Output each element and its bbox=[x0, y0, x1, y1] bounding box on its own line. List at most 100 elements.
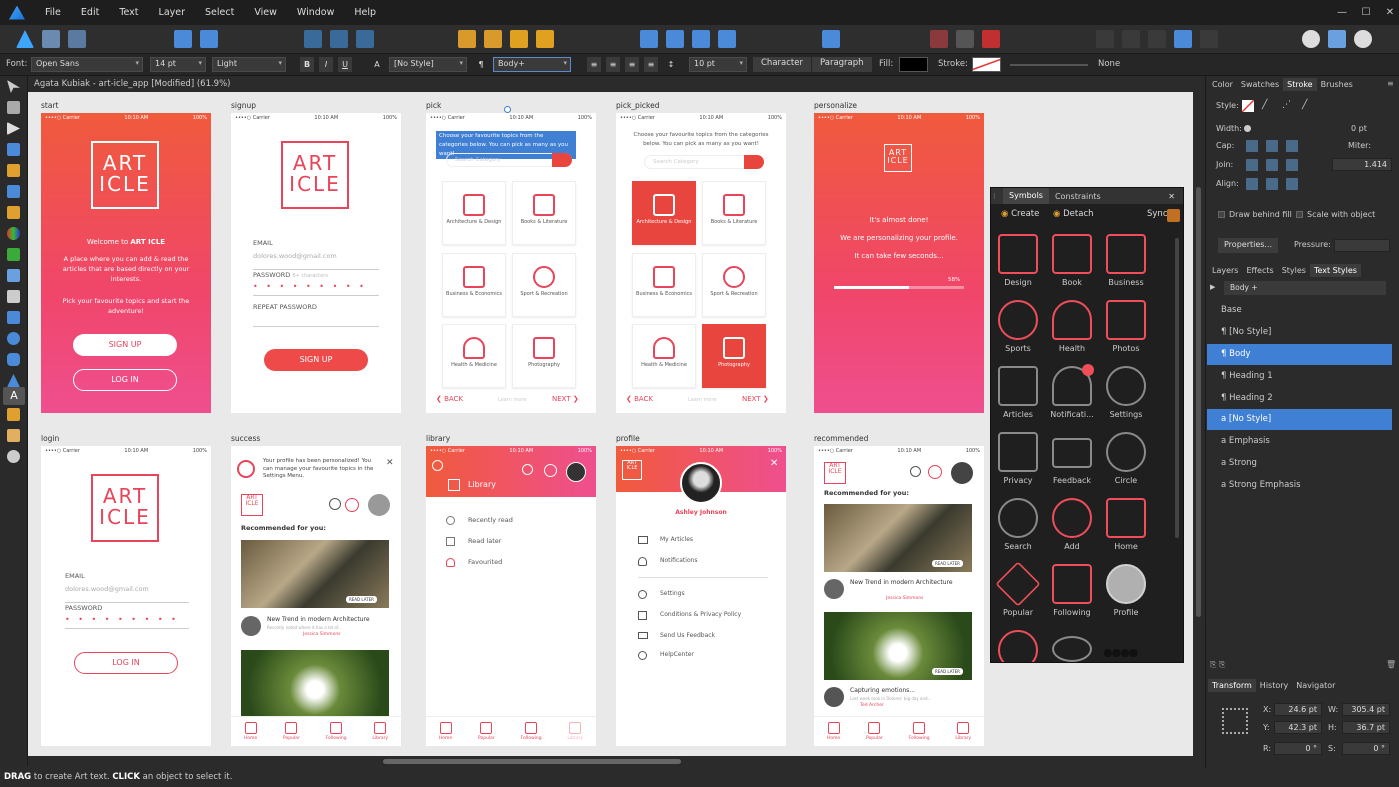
next-button[interactable]: NEXT ❯ bbox=[552, 395, 579, 403]
artboard-success[interactable]: Your profile has been personalized! You … bbox=[231, 446, 401, 746]
symbol-home[interactable]: Home bbox=[1099, 496, 1153, 560]
menu-view[interactable]: View bbox=[244, 7, 287, 18]
menu-window[interactable]: Window bbox=[287, 7, 344, 18]
menu-edit[interactable]: Edit bbox=[71, 7, 109, 18]
properties-button[interactable]: Properties... bbox=[1218, 238, 1279, 253]
artboard-pick-picked[interactable]: ••••○ Carrier 10:10 AM 100% Choose your fa… bbox=[616, 113, 786, 413]
insert-behind-icon[interactable] bbox=[982, 30, 1000, 48]
article-title[interactable]: Capturing emotions... bbox=[850, 687, 915, 694]
insert-inside-icon[interactable] bbox=[956, 30, 974, 48]
login-button[interactable]: LOG IN bbox=[73, 369, 177, 391]
maximize-icon[interactable]: ☐ bbox=[1354, 0, 1378, 25]
pressure-curve[interactable] bbox=[1334, 239, 1390, 252]
article-title[interactable]: New Trend in modern Architecture bbox=[850, 579, 953, 586]
next-button[interactable]: NEXT ❯ bbox=[742, 395, 769, 403]
tab-home[interactable]: Home bbox=[827, 722, 840, 741]
font-weight-select[interactable]: Light bbox=[212, 57, 286, 72]
signup-button[interactable]: SIGN UP bbox=[73, 334, 177, 356]
tile-health[interactable]: Health & Medicine bbox=[442, 324, 506, 388]
character-style-select[interactable]: [No Style] bbox=[389, 57, 467, 72]
tab-home[interactable]: Home bbox=[244, 722, 257, 741]
tab-following[interactable]: Following bbox=[521, 722, 542, 741]
back-button[interactable]: ❮ BACK bbox=[626, 395, 653, 403]
add-icon[interactable] bbox=[544, 464, 557, 477]
corner-tool-icon[interactable] bbox=[7, 143, 20, 156]
delete-style-icon[interactable]: 🗑 bbox=[1386, 660, 1396, 669]
tab-stroke[interactable]: Stroke bbox=[1283, 78, 1317, 91]
symbol-book[interactable]: Book bbox=[1045, 232, 1099, 296]
vector-crop-icon[interactable] bbox=[7, 408, 20, 421]
learn-more-link[interactable]: Learn more bbox=[498, 397, 527, 403]
tab-symbols[interactable]: Symbols bbox=[1003, 188, 1049, 204]
rounded-rect-tool-icon[interactable] bbox=[7, 353, 20, 366]
tab-library[interactable]: Library bbox=[955, 722, 971, 741]
tile-photography[interactable]: Photography bbox=[702, 324, 766, 388]
artboard-signup[interactable]: ••••○ Carrier 10:10 AM 100% ART ICLE EMAIL d… bbox=[231, 113, 401, 413]
scroll-thumb[interactable] bbox=[1196, 187, 1201, 617]
texture-line-icon[interactable]: ╱ bbox=[1302, 100, 1314, 112]
tab-popular[interactable]: Popular bbox=[283, 722, 300, 741]
tab-swatches[interactable]: Swatches bbox=[1237, 78, 1283, 91]
character-button[interactable]: Character bbox=[753, 57, 811, 72]
signup-button[interactable]: SIGN UP bbox=[264, 349, 368, 371]
symbol-following[interactable]: Following bbox=[1045, 562, 1099, 626]
no-stroke-icon[interactable] bbox=[1242, 100, 1254, 112]
author-name[interactable]: Ted Archer bbox=[860, 703, 884, 708]
avatar[interactable] bbox=[368, 494, 390, 516]
view-mode-icon[interactable] bbox=[200, 30, 218, 48]
align-center-icon[interactable]: ≡ bbox=[606, 57, 620, 72]
y-input[interactable]: 42.3 pt bbox=[1274, 721, 1322, 734]
tab-library[interactable]: Library bbox=[372, 722, 388, 741]
draw-behind-checkbox[interactable] bbox=[1218, 211, 1225, 218]
miter-join-icon[interactable] bbox=[1246, 159, 1258, 171]
flip-vertical-icon[interactable] bbox=[666, 30, 684, 48]
anchor-selector[interactable] bbox=[1222, 708, 1248, 734]
add-icon[interactable] bbox=[928, 465, 942, 479]
artboard-personalize[interactable]: ••••○ Carrier 10:10 AM 100% ART ICLE It's a… bbox=[814, 113, 984, 413]
tab-layers[interactable]: Layers bbox=[1208, 264, 1242, 277]
rectangle-tool-icon[interactable] bbox=[7, 311, 20, 324]
author-name[interactable]: Jessica Simmons bbox=[303, 632, 341, 637]
library-item-favourited[interactable]: Favourited bbox=[468, 558, 502, 566]
symbol-privacy[interactable]: Privacy bbox=[991, 430, 1045, 494]
art-text-tool-icon[interactable]: A bbox=[3, 387, 25, 405]
pan-icon[interactable] bbox=[174, 30, 192, 48]
menu-settings[interactable]: Settings bbox=[660, 590, 685, 597]
tile-books[interactable]: Books & Literature bbox=[512, 181, 576, 245]
rotate-left-icon[interactable] bbox=[692, 30, 710, 48]
tab-popular[interactable]: Popular bbox=[478, 722, 495, 741]
paragraph-style-select[interactable]: Body+ bbox=[493, 57, 571, 72]
boolean-xor-icon[interactable] bbox=[1174, 30, 1192, 48]
tab-styles[interactable]: Styles bbox=[1278, 264, 1310, 277]
minimize-icon[interactable]: — bbox=[1330, 0, 1354, 25]
tile-architecture[interactable]: Architecture & Design bbox=[632, 181, 696, 245]
symbol-notifications[interactable]: Notificati... bbox=[1045, 364, 1099, 428]
close-icon[interactable]: ✕ bbox=[770, 458, 778, 469]
symbol-eye[interactable] bbox=[1045, 628, 1099, 662]
shear-input[interactable]: 0 ° bbox=[1342, 742, 1390, 755]
studio-icon[interactable] bbox=[1328, 30, 1346, 48]
expand-icon[interactable]: ▶ bbox=[1210, 283, 1215, 291]
designer-persona-icon[interactable] bbox=[16, 30, 34, 48]
text-style-body[interactable]: ¶ Body bbox=[1207, 344, 1392, 365]
password-field[interactable]: PASSWORD 6+ characters bbox=[253, 271, 379, 279]
node-tool-icon[interactable] bbox=[7, 122, 20, 135]
pencil-tool-icon[interactable] bbox=[7, 185, 20, 198]
close-icon[interactable]: ✕ bbox=[1162, 192, 1181, 201]
tab-transform[interactable]: Transform bbox=[1208, 679, 1256, 692]
zoom-tool-icon[interactable] bbox=[7, 450, 20, 463]
brush-tool-icon[interactable] bbox=[7, 206, 20, 219]
tile-sport[interactable]: Sport & Recreation bbox=[512, 253, 576, 317]
symbol-design[interactable]: Design bbox=[991, 232, 1045, 296]
tile-books[interactable]: Books & Literature bbox=[702, 181, 766, 245]
more-dots-icon[interactable]: ●●●● bbox=[1103, 646, 1138, 659]
tile-business[interactable]: Business & Economics bbox=[442, 253, 506, 317]
menu-text[interactable]: Text bbox=[109, 7, 148, 18]
search-icon[interactable] bbox=[744, 155, 764, 169]
round-cap-icon[interactable] bbox=[1266, 140, 1278, 152]
tab-navigator[interactable]: Navigator bbox=[1292, 679, 1339, 692]
stroke-swatch[interactable] bbox=[972, 57, 1001, 72]
move-tool-icon[interactable] bbox=[7, 80, 20, 93]
symbol-sports[interactable]: Sports bbox=[991, 298, 1045, 362]
create-symbol-button[interactable]: ◉ Create bbox=[1001, 209, 1039, 219]
